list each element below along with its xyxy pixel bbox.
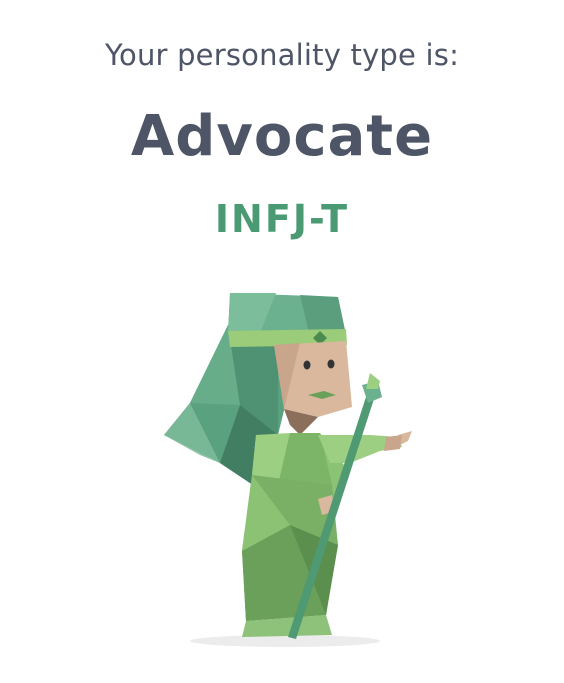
- personality-type-code: INFJ-T: [214, 197, 350, 241]
- advocate-character-icon: [150, 285, 420, 665]
- personality-type-name: Advocate: [130, 104, 434, 169]
- result-intro-text: Your personality type is:: [104, 38, 460, 72]
- personality-result: Your personality type is: Advocate INFJ-…: [0, 0, 564, 683]
